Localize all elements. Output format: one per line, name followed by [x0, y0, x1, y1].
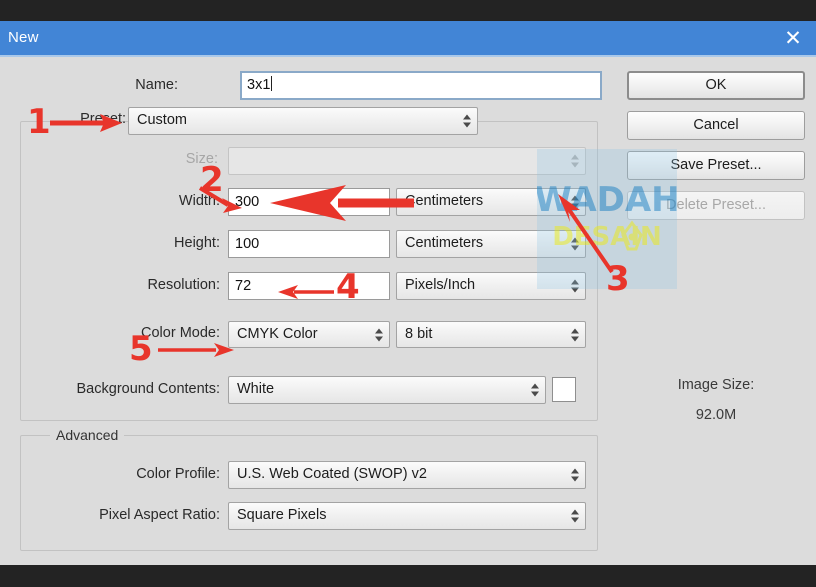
image-size-label: Image Size:: [677, 377, 755, 393]
name-input[interactable]: 3x1: [240, 71, 602, 100]
chevron-updown-icon: [571, 279, 580, 294]
pixel-aspect-select[interactable]: Square Pixels: [228, 502, 586, 530]
resolution-unit-select[interactable]: Pixels/Inch: [396, 272, 586, 300]
new-document-dialog: Name: 3x1 Preset: Custom Size: Width: 30…: [0, 57, 816, 565]
color-profile-value: U.S. Web Coated (SWOP) v2: [237, 466, 427, 482]
color-profile-select[interactable]: U.S. Web Coated (SWOP) v2: [228, 461, 586, 489]
cancel-button[interactable]: Cancel: [627, 111, 805, 140]
width-label: Width:: [178, 193, 220, 209]
background-contents-label: Background Contents:: [76, 381, 220, 397]
dialog-titlebar: New ✕: [0, 21, 816, 57]
height-label: Height:: [174, 235, 220, 251]
background-contents-select[interactable]: White: [228, 376, 546, 404]
resolution-label: Resolution:: [147, 277, 220, 293]
height-unit-select[interactable]: Centimeters: [396, 230, 586, 258]
width-unit-select[interactable]: Centimeters: [396, 188, 586, 216]
width-unit-value: Centimeters: [405, 193, 484, 209]
preset-select-value: Custom: [137, 112, 187, 128]
advanced-group-box: [20, 435, 598, 551]
background-color-swatch[interactable]: [552, 377, 576, 402]
close-icon[interactable]: ✕: [780, 26, 806, 52]
chevron-updown-icon: [571, 237, 580, 252]
resolution-input[interactable]: 72: [228, 272, 390, 300]
color-depth-select[interactable]: 8 bit: [396, 321, 586, 348]
save-preset-button[interactable]: Save Preset...: [627, 151, 805, 180]
size-label: Size:: [185, 151, 218, 167]
pixel-aspect-value: Square Pixels: [237, 507, 327, 523]
background-contents-value: White: [237, 381, 275, 397]
resolution-unit-value: Pixels/Inch: [405, 277, 476, 293]
chevron-updown-icon: [571, 468, 580, 483]
color-mode-value: CMYK Color: [237, 326, 318, 342]
desktop-top-strip: [0, 0, 816, 21]
name-input-value: 3x1: [247, 77, 271, 93]
preset-select[interactable]: Custom: [128, 107, 478, 135]
pixel-aspect-label: Pixel Aspect Ratio:: [99, 507, 220, 523]
image-size-value: 92.0M: [695, 407, 737, 423]
name-label: Name:: [135, 77, 178, 93]
ok-button[interactable]: OK: [627, 71, 805, 100]
dialog-title: New: [8, 29, 39, 46]
delete-preset-button: Delete Preset...: [627, 191, 805, 220]
height-unit-value: Centimeters: [405, 235, 484, 251]
chevron-updown-icon: [571, 154, 580, 169]
text-caret: [271, 76, 273, 91]
color-mode-select[interactable]: CMYK Color: [228, 321, 390, 348]
size-select: [228, 147, 586, 175]
chevron-updown-icon: [571, 327, 580, 342]
color-depth-value: 8 bit: [405, 326, 433, 342]
advanced-group-title: Advanced: [50, 427, 125, 443]
desktop-bottom-strip: [0, 565, 816, 587]
chevron-updown-icon: [375, 327, 384, 342]
color-profile-label: Color Profile:: [136, 466, 220, 482]
width-input[interactable]: 300: [228, 188, 390, 216]
color-mode-label: Color Mode:: [141, 325, 220, 341]
height-input[interactable]: 100: [228, 230, 390, 258]
preset-label: Preset:: [80, 111, 126, 127]
chevron-updown-icon: [571, 195, 580, 210]
chevron-updown-icon: [571, 509, 580, 524]
screenshot-root: New ✕ Name: 3x1 Preset: Custom Size: Wid…: [0, 0, 816, 587]
chevron-updown-icon: [463, 114, 472, 129]
chevron-updown-icon: [531, 383, 540, 398]
